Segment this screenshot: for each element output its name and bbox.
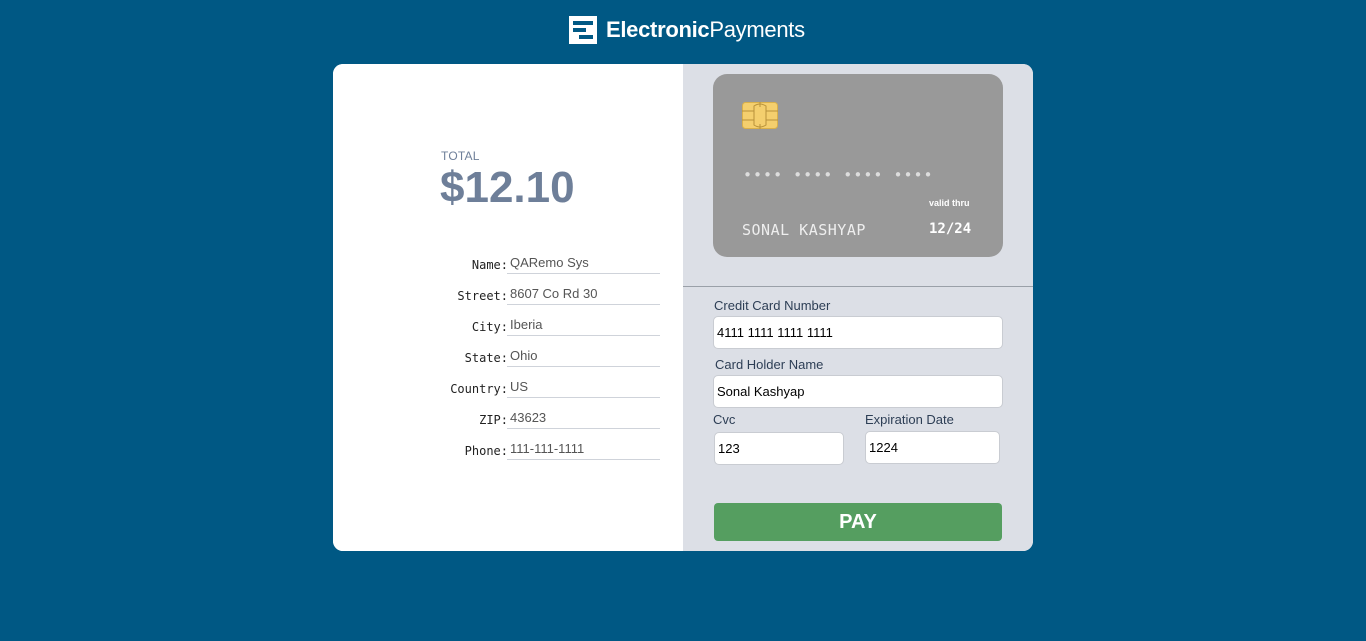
card-holder-preview: SONAL KASHYAP (742, 221, 866, 239)
billing-value: US (507, 376, 660, 398)
billing-value: QARemo Sys (507, 252, 660, 274)
card-expiry-preview: 12/24 (929, 221, 972, 237)
card-number-label: Credit Card Number (714, 298, 831, 313)
billing-label: ZIP: (479, 413, 508, 427)
cvc-input[interactable] (714, 432, 844, 465)
total-amount: $12.10 (440, 163, 575, 212)
billing-row-street: Street: 8607 Co Rd 30 (433, 283, 660, 314)
billing-value: Iberia (507, 314, 660, 336)
billing-value: 43623 (507, 407, 660, 429)
billing-row-state: State: Ohio (433, 345, 660, 376)
card-number-mask: •••• •••• •••• •••• (743, 166, 934, 184)
billing-label: City: (471, 320, 508, 334)
billing-label: Country: (450, 382, 508, 396)
billing-label: Street: (457, 289, 508, 303)
billing-value: Ohio (507, 345, 660, 367)
expiration-input[interactable] (865, 431, 1000, 464)
billing-value: 111-111-1111 (507, 438, 660, 460)
billing-row-country: Country: US (433, 376, 660, 407)
valid-thru-label: valid thru (929, 198, 970, 208)
electronic-payments-logo-icon (569, 16, 597, 44)
order-summary-panel: TOTAL $12.10 Name: QARemo Sys Street: 86… (333, 64, 683, 551)
brand-name-light: Payments (709, 17, 805, 42)
billing-label: Name: (471, 258, 508, 272)
card-holder-input[interactable] (713, 375, 1003, 408)
payment-card: TOTAL $12.10 Name: QARemo Sys Street: 86… (333, 64, 1033, 551)
expiration-label: Expiration Date (865, 412, 954, 427)
cvc-label: Cvc (713, 412, 736, 427)
credit-card-preview: •••• •••• •••• •••• SONAL KASHYAP valid … (713, 74, 1003, 257)
card-holder-label: Card Holder Name (715, 357, 824, 372)
payment-form-panel: •••• •••• •••• •••• SONAL KASHYAP valid … (683, 64, 1033, 551)
billing-row-city: City: Iberia (433, 314, 660, 345)
billing-row-phone: Phone: 111-111-1111 (433, 438, 660, 469)
total-label: TOTAL (441, 149, 480, 163)
billing-value: 8607 Co Rd 30 (507, 283, 660, 305)
brand-name-bold: Electronic (606, 17, 710, 42)
billing-label: State: (464, 351, 508, 365)
card-chip-icon (742, 102, 778, 129)
billing-row-name: Name: QARemo Sys (433, 252, 660, 283)
billing-row-zip: ZIP: 43623 (433, 407, 660, 438)
divider (683, 286, 1033, 287)
brand-name: ElectronicPayments (606, 15, 805, 45)
pay-button[interactable]: PAY (714, 503, 1002, 541)
payment-page: ElectronicPayments TOTAL $12.10 Name: QA… (0, 0, 1366, 641)
card-number-input[interactable] (713, 316, 1003, 349)
brand-logo: ElectronicPayments (568, 15, 805, 45)
billing-label: Phone: (464, 444, 508, 458)
